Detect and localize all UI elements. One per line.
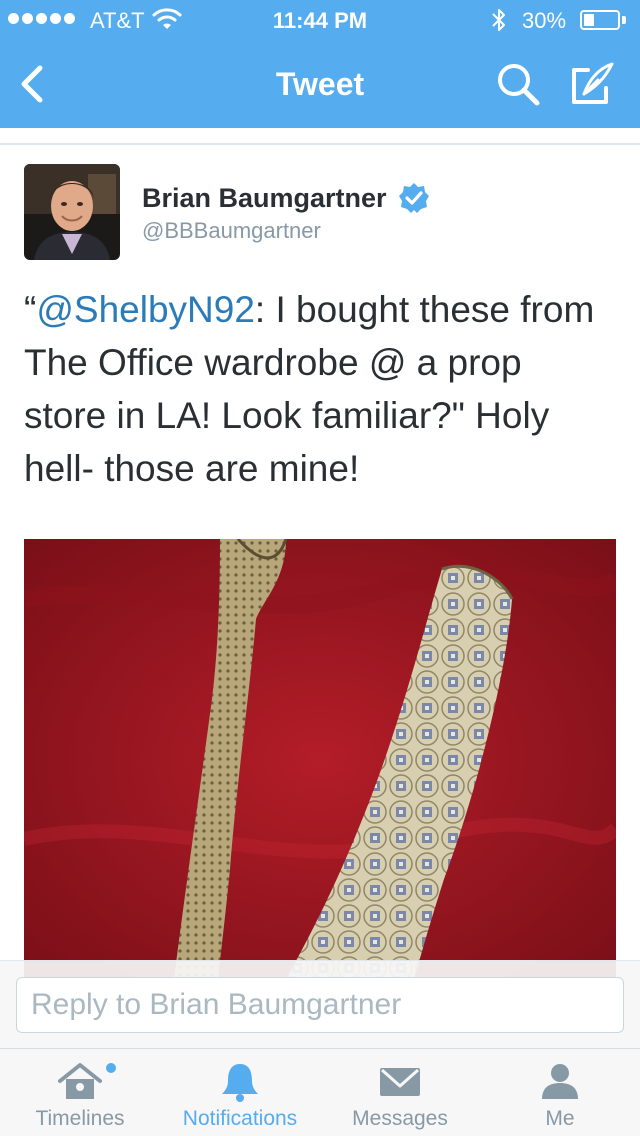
divider [0,143,640,145]
battery-percent: 30% [522,8,567,33]
person-icon [542,1064,578,1099]
page-title: Tweet [275,66,365,102]
top-bar: AT&T 11:44 PM 30% Tweet [0,0,640,128]
reply-input[interactable] [16,977,624,1033]
envelope-icon [380,1068,420,1096]
status-bar: AT&T 11:44 PM 30% [0,0,640,40]
tweet-text: “@ShelbyN92: I bought these from The Off… [24,283,614,495]
tab-bar: Timelines Notifications Messages Me [0,1048,640,1136]
author-name[interactable]: Brian Baumgartner [142,183,387,214]
author-handle[interactable]: @BBBaumgartner [142,218,321,244]
battery-tip [622,16,626,24]
battery-icon [580,10,620,30]
tab-me[interactable]: Me [480,1049,640,1136]
tweet-photo[interactable] [24,539,616,979]
reply-bar [0,960,640,1048]
open-quote: “ [24,289,37,330]
bell-icon [222,1064,258,1102]
tab-label: Notifications [182,1107,298,1130]
tab-label: Timelines [35,1107,125,1130]
tab-label: Messages [352,1107,448,1130]
notification-dot [106,1063,116,1073]
compose-icon[interactable] [568,60,618,108]
tab-notifications[interactable]: Notifications [160,1049,320,1136]
author-avatar[interactable] [24,164,120,260]
mention-link[interactable]: @ShelbyN92 [36,289,255,330]
tab-label: Me [545,1107,575,1130]
bluetooth-icon [492,9,505,31]
tab-messages[interactable]: Messages [320,1049,480,1136]
tab-timelines[interactable]: Timelines [0,1049,160,1136]
verified-badge-icon [399,183,429,213]
search-icon[interactable] [494,60,542,108]
home-icon [58,1063,102,1099]
